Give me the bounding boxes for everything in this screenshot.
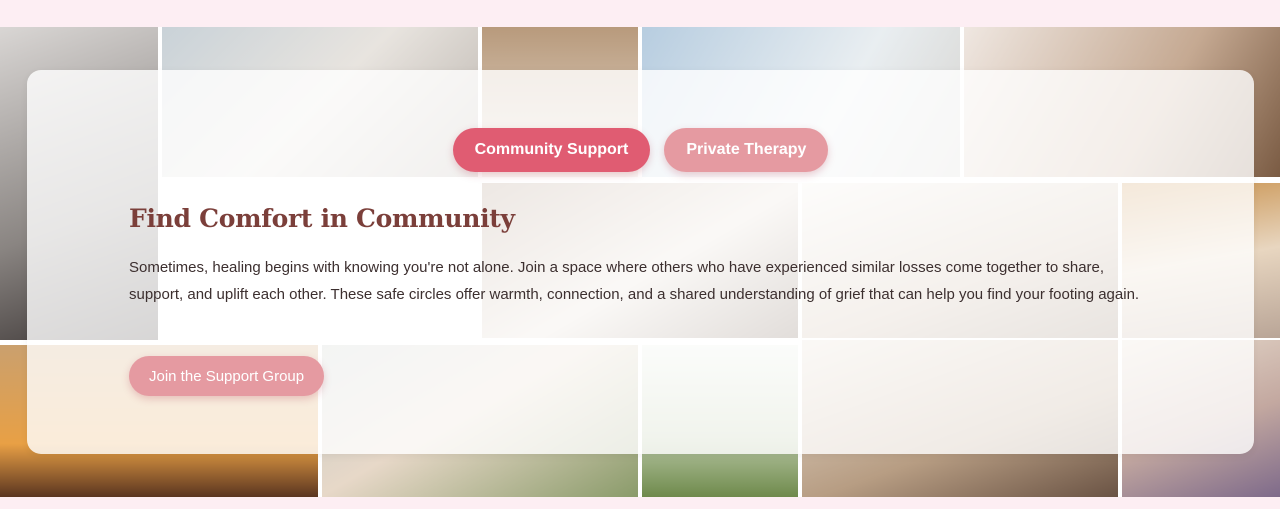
tab-community-support[interactable]: Community Support [452,128,651,172]
tab-private-therapy[interactable]: Private Therapy [664,128,829,172]
join-support-group-button[interactable]: Join the Support Group [129,356,325,396]
support-card: Community Support Private Therapy Find C… [27,70,1254,454]
support-type-tabs: Community Support Private Therapy [27,128,1254,172]
section-title: Find Comfort in Community [129,204,515,233]
section-description: Sometimes, healing begins with knowing y… [129,259,1140,303]
